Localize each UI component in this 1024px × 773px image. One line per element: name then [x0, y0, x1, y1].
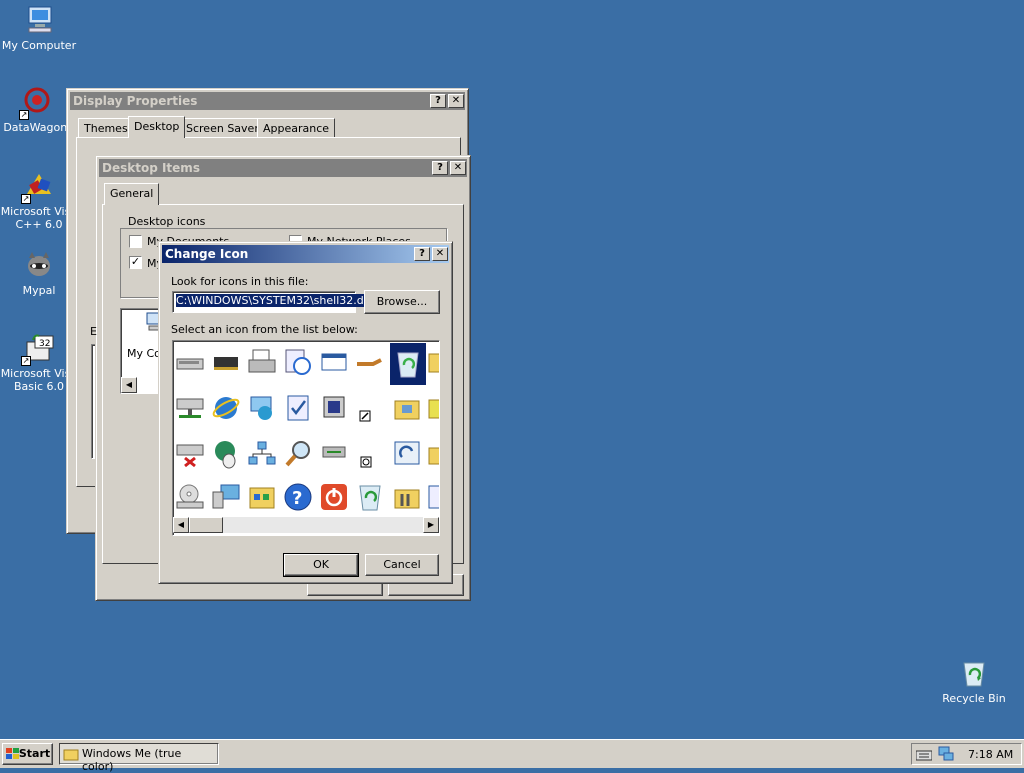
window-partial-icon[interactable]: [427, 480, 439, 514]
clock[interactable]: 7:18 AM: [968, 748, 1013, 761]
computer-icon: [23, 4, 55, 36]
shortcut-overlay-icon[interactable]: [353, 391, 387, 425]
start-label: Start: [18, 747, 51, 760]
desktop-icon-recycle-bin[interactable]: Recycle Bin: [935, 657, 1013, 705]
window-title: Display Properties: [73, 94, 198, 108]
file-label: Look for icons in this file:: [171, 275, 309, 288]
tab-general[interactable]: General: [104, 183, 160, 205]
recycle-bin-full-icon[interactable]: [390, 343, 426, 385]
file-path-input[interactable]: C:\WINDOWS\SYSTEM32\shell32.dll: [172, 291, 370, 313]
network-drive-icon[interactable]: [173, 391, 207, 425]
system-tray: 7:18 AM: [911, 743, 1022, 765]
folder-partial-icon[interactable]: [427, 345, 439, 379]
scroll-left-button[interactable]: ◀: [173, 517, 189, 533]
help-button[interactable]: ?: [432, 161, 448, 175]
run-dialog-icon[interactable]: [317, 345, 351, 379]
tab-themes[interactable]: Themes: [78, 118, 134, 138]
disconnected-drive-icon[interactable]: [173, 437, 207, 471]
help-icon[interactable]: ?: [281, 480, 315, 514]
media-player-icon[interactable]: [317, 391, 351, 425]
shortcut-arrow-icon: ↗: [21, 194, 31, 204]
recycle-bin-empty-icon[interactable]: [353, 480, 387, 514]
desktop-icon-label: Recycle Bin: [942, 692, 1006, 705]
desktop-icon-label: My Computer: [1, 39, 77, 52]
computers-icon[interactable]: [209, 480, 243, 514]
change-icon-titlebar[interactable]: Change Icon ? ✕: [162, 245, 449, 263]
visual-basic-icon: 32 ↗: [21, 332, 55, 366]
display-properties-titlebar[interactable]: Display Properties ? ✕: [70, 92, 465, 110]
file-path-value: C:\WINDOWS\SYSTEM32\shell32.dll: [176, 294, 370, 307]
folder-network-icon[interactable]: [390, 391, 424, 425]
drive-icon[interactable]: [173, 345, 207, 379]
hand-share-icon[interactable]: [353, 345, 387, 379]
visual-cpp-icon: ↗: [21, 170, 55, 204]
scroll-thumb[interactable]: [189, 517, 223, 533]
shortcut-arrow-icon: ↗: [19, 110, 29, 120]
close-button[interactable]: ✕: [432, 247, 448, 261]
desktop-items-titlebar[interactable]: Desktop Items ? ✕: [99, 159, 467, 177]
mypal-raccoon-icon: [23, 249, 55, 281]
my-computer-checkbox[interactable]: ✓: [129, 256, 142, 269]
taskbar-item-label: Windows Me (true color): [82, 747, 182, 773]
desktop-icon-label: DataWagon.: [3, 121, 71, 134]
icon-list[interactable]: ? ◀ ▶: [172, 340, 440, 536]
ok-button[interactable]: OK: [283, 553, 359, 577]
my-documents-checkbox[interactable]: [129, 235, 142, 248]
scroll-right-button[interactable]: ▶: [423, 517, 439, 533]
folder-icon: [63, 749, 79, 761]
sharing-overlay-icon[interactable]: [353, 437, 387, 471]
folder-partial-icon[interactable]: [427, 437, 439, 471]
taskbar-item-windows-me[interactable]: Windows Me (true color): [59, 743, 219, 773]
network-drive-2-icon[interactable]: [317, 437, 351, 471]
desktop-icon-preview-list: My Co ◀: [120, 308, 164, 394]
tab-desktop[interactable]: Desktop: [128, 116, 186, 138]
recycle-bin-icon: [958, 657, 990, 689]
control-panel-icon[interactable]: [245, 480, 279, 514]
window-title: Change Icon: [165, 247, 249, 261]
icon-list-scrollbar[interactable]: ◀ ▶: [173, 517, 439, 533]
folder-tools-icon[interactable]: [390, 480, 424, 514]
change-icon-dialog: Change Icon ? ✕ Look for icons in this f…: [158, 241, 453, 584]
taskbar: Start Windows Me (true color) 7:18 AM: [0, 739, 1024, 773]
cd-drive-icon[interactable]: [173, 480, 207, 514]
desktop-icon-my-computer[interactable]: My Computer: [0, 4, 78, 52]
shutdown-icon[interactable]: [317, 480, 351, 514]
svg-text:32: 32: [39, 339, 50, 349]
refresh-window-icon[interactable]: [390, 437, 424, 471]
preview-label: My Co: [127, 347, 161, 360]
start-button[interactable]: Start: [2, 743, 53, 765]
folder-partial-icon[interactable]: [427, 391, 439, 425]
desktop-icon-datawagon[interactable]: ↗ DataWagon.: [0, 86, 76, 134]
partial-label: E: [90, 325, 97, 338]
network-computers-icon[interactable]: [245, 437, 279, 471]
network-tray-icon[interactable]: [938, 746, 954, 762]
network-globe-computer-icon[interactable]: [245, 391, 279, 425]
search-magnifier-icon[interactable]: [281, 437, 315, 471]
memory-chip-icon[interactable]: [209, 345, 243, 379]
group-label: Desktop icons: [126, 215, 208, 228]
windows-logo-icon: [6, 748, 19, 759]
svg-text:?: ?: [292, 488, 302, 509]
datawagon-icon: ↗: [19, 86, 53, 120]
internet-explorer-icon[interactable]: [209, 391, 243, 425]
window-title: Desktop Items: [102, 161, 200, 175]
scheduled-task-icon[interactable]: [281, 345, 315, 379]
checklist-icon[interactable]: [281, 391, 315, 425]
cancel-button[interactable]: Cancel: [365, 554, 439, 576]
keyboard-icon[interactable]: [916, 749, 932, 761]
tab-appearance[interactable]: Appearance: [257, 118, 336, 138]
shortcut-arrow-icon: ↗: [21, 356, 31, 366]
tab-screen-saver[interactable]: Screen Saver: [180, 118, 265, 138]
browse-button[interactable]: Browse...: [364, 290, 440, 314]
close-button[interactable]: ✕: [448, 94, 464, 108]
printer-icon[interactable]: [245, 345, 279, 379]
help-button[interactable]: ?: [414, 247, 430, 261]
globe-mouse-icon[interactable]: [209, 437, 243, 471]
scroll-left-button[interactable]: ◀: [121, 377, 137, 393]
close-button[interactable]: ✕: [450, 161, 466, 175]
help-button[interactable]: ?: [430, 94, 446, 108]
list-label: Select an icon from the list below:: [171, 323, 358, 336]
